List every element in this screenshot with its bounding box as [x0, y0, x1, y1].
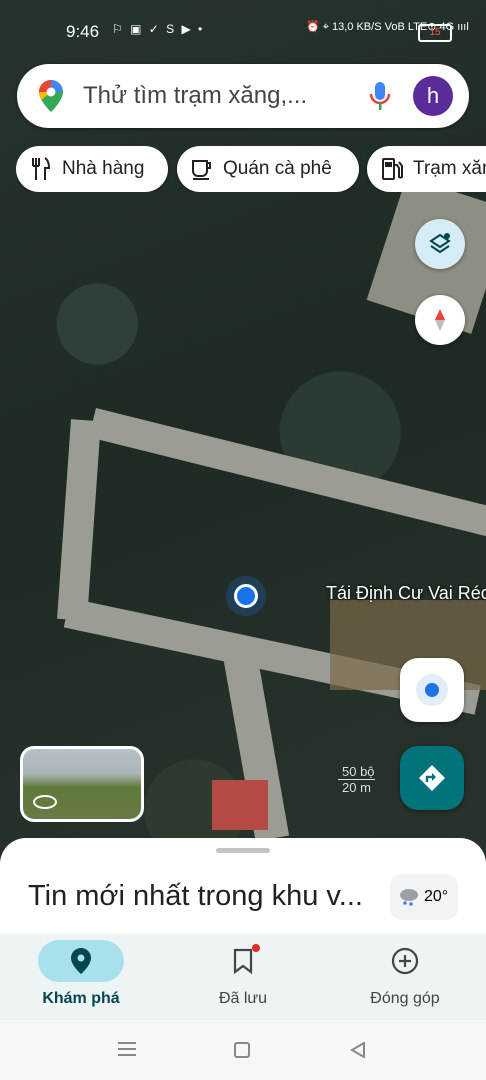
my-location-icon — [416, 674, 448, 706]
home-icon[interactable] — [234, 1042, 250, 1058]
chip-restaurants[interactable]: Nhà hàng — [16, 146, 168, 192]
compass-icon — [435, 309, 445, 331]
status-bar: 9:46 ⚐ ▣ ✓ S ▶ • ⏰ ⌖ 13,0 KB/S VoB LTE⊙ … — [0, 0, 486, 60]
directions-icon — [419, 765, 445, 791]
chip-gas-station[interactable]: Trạm xăng — [367, 146, 486, 192]
rain-cloud-icon — [400, 889, 418, 906]
compass-button[interactable] — [415, 295, 465, 345]
nav-label: Đã lưu — [218, 990, 268, 1007]
sheet-title[interactable]: Tin mới nhất trong khu v... — [28, 880, 382, 913]
nav-saved[interactable]: Đã lưu — [162, 934, 324, 1020]
menu-icon[interactable] — [118, 1042, 136, 1056]
my-location-button[interactable] — [400, 658, 464, 722]
bottom-navigation: Khám phá Đã lưu Đóng góp — [0, 934, 486, 1020]
directions-button[interactable] — [400, 746, 464, 810]
account-avatar[interactable]: h — [413, 76, 453, 116]
search-bar[interactable]: Thử tìm trạm xăng,... h — [17, 64, 469, 128]
scale-feet: 50 bộ — [338, 764, 375, 780]
notification-icons: ⚐ ▣ ✓ S ▶ • — [112, 22, 205, 36]
street-view-thumbnail[interactable] — [20, 746, 144, 822]
nav-label: Khám phá — [42, 990, 120, 1007]
chip-label: Quán cà phê — [223, 158, 332, 179]
weather-chip[interactable]: 20° — [390, 874, 458, 920]
nav-contribute[interactable]: Đóng góp — [324, 934, 486, 1020]
map-scale: 50 bộ 20 m — [338, 764, 375, 795]
coffee-icon — [192, 160, 211, 180]
microphone-icon[interactable] — [369, 80, 391, 112]
add-circle-icon — [391, 947, 419, 975]
rooftop — [212, 780, 268, 830]
nav-explore[interactable]: Khám phá — [0, 934, 162, 1020]
sheet-drag-handle[interactable] — [216, 848, 270, 853]
place-label[interactable]: Tái Định Cư Vai Réc — [326, 583, 486, 604]
notification-dot — [252, 944, 260, 952]
chip-label: Trạm xăng — [413, 158, 486, 179]
layers-icon — [429, 233, 451, 254]
gas-station-icon — [382, 158, 403, 180]
layers-button[interactable] — [415, 219, 465, 269]
scale-meters: 20 m — [342, 780, 371, 795]
bookmark-icon — [233, 948, 253, 974]
temperature: 20° — [424, 888, 449, 905]
road-top — [88, 408, 486, 539]
chip-label: Nhà hàng — [62, 158, 145, 179]
nav-label: Đóng góp — [370, 990, 440, 1007]
my-location-dot — [234, 584, 258, 608]
google-maps-pin-icon — [39, 80, 63, 112]
fork-knife-icon — [32, 157, 51, 180]
clock: 9:46 — [66, 22, 100, 41]
chip-coffee[interactable]: Quán cà phê — [177, 146, 359, 192]
category-chips: Nhà hàng Quán cà phê Trạm xăng — [16, 146, 486, 192]
battery-icon: 15 — [418, 24, 452, 42]
search-input[interactable]: Thử tìm trạm xăng,... — [83, 82, 349, 110]
location-pin-icon — [71, 948, 91, 974]
street-view-icon — [33, 795, 57, 809]
system-navigation-bar — [0, 1020, 486, 1080]
road-left — [57, 419, 101, 621]
back-icon[interactable] — [350, 1042, 366, 1058]
